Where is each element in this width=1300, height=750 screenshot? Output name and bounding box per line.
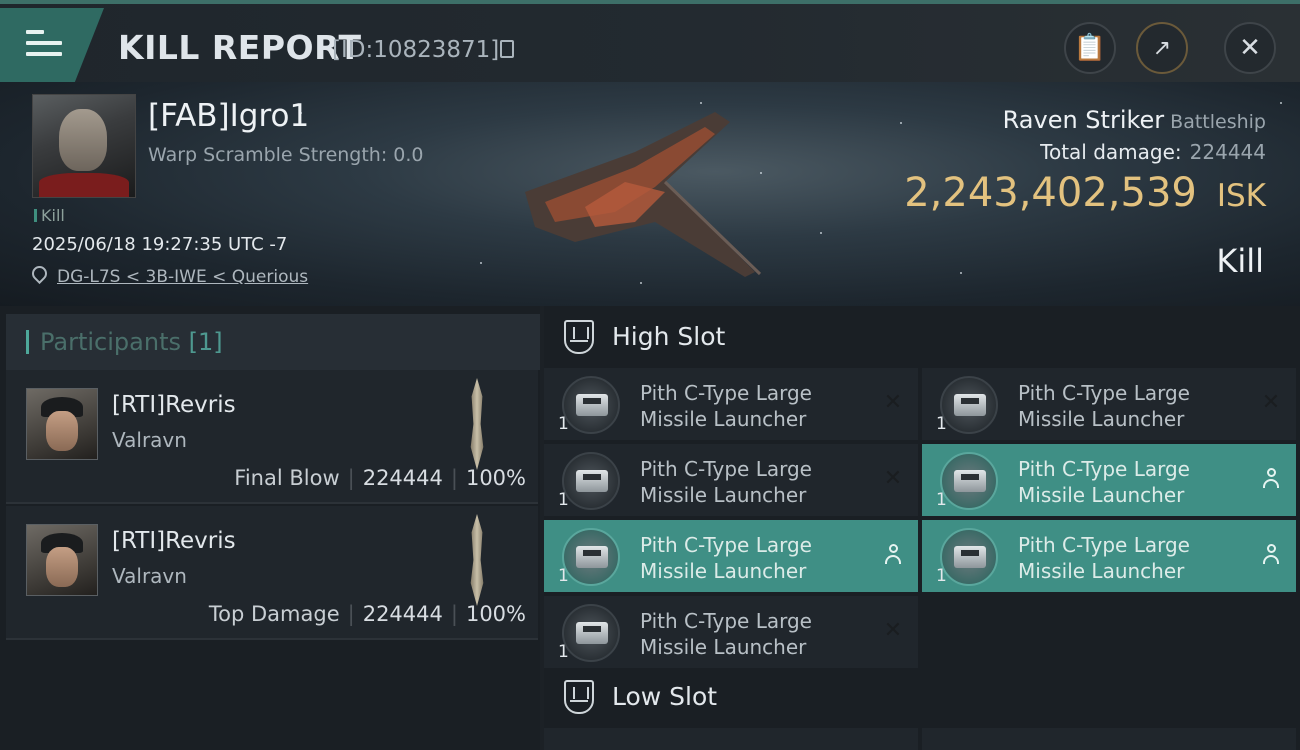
isk-value-line: 2,243,402,539 ISK — [904, 170, 1266, 216]
high-slot-module[interactable]: 1 Pith C-Type Large Missile Launcher ✕ — [922, 368, 1296, 440]
report-id: [ID:10823871] — [332, 37, 500, 63]
participants-panel: Participants [1] [RTI]Revris Valravn Fin… — [0, 306, 540, 750]
ship-name: Raven Striker — [1002, 106, 1165, 134]
module-icon — [940, 452, 998, 510]
menu-button[interactable] — [0, 8, 104, 82]
kill-tag: Kill — [34, 206, 65, 225]
destroyed-x-icon: ✕ — [883, 466, 903, 491]
module-quantity: 1 — [936, 414, 947, 434]
destroyed-x-icon: ✕ — [1261, 390, 1281, 415]
low-slot-module[interactable] — [922, 728, 1296, 750]
module-name: Pith C-Type Large Missile Launcher — [640, 609, 812, 659]
ship-name-line: Raven Striker Battleship — [1003, 106, 1266, 134]
title-bar: KILL REPORT [ID:10823871] 📋 ↗ ✕ — [0, 0, 1300, 82]
module-name: Pith C-Type Large Missile Launcher — [640, 457, 812, 507]
kill-location[interactable]: DG-L7S < 3B-IWE < Querious — [28, 262, 308, 287]
participant-row[interactable]: [RTI]Revris Valravn Top Damage | 224444 | 10… — [6, 506, 538, 640]
module-quantity: 1 — [936, 490, 947, 510]
participants-title: Participants [1] — [40, 328, 223, 356]
low-slot-title: Low Slot — [612, 682, 718, 711]
high-slot-module[interactable]: 1 Pith C-Type Large Missile Launcher — [922, 444, 1296, 516]
high-slot-module[interactable]: 1 Pith C-Type Large Missile Launcher ✕ — [544, 596, 918, 668]
participant-stats: Top Damage | 224444 | 100% — [208, 602, 526, 626]
participant-name: [RTI]Revris — [112, 528, 236, 554]
participant-stats: Final Blow | 224444 | 100% — [234, 466, 526, 490]
module-icon — [940, 376, 998, 434]
kill-datetime: 2025/06/18 19:27:35 UTC -7 — [32, 234, 288, 255]
module-name: Pith C-Type Large Missile Launcher — [640, 381, 812, 431]
close-icon: ✕ — [1239, 33, 1261, 63]
victim-name: [FAB]Igro1 — [148, 98, 310, 134]
ship-class: Battleship — [1170, 111, 1266, 133]
avatar[interactable] — [26, 388, 98, 460]
isk-value: 2,243,402,539 — [904, 170, 1197, 216]
victim-avatar[interactable] — [32, 94, 136, 198]
high-slot-module[interactable]: 1 Pith C-Type Large Missile Launcher ✕ — [544, 368, 918, 440]
module-icon — [940, 528, 998, 586]
share-button[interactable]: ↗ — [1136, 22, 1188, 74]
module-icon — [562, 452, 620, 510]
ship-icon — [470, 514, 484, 606]
participant-name: [RTI]Revris — [112, 392, 236, 418]
high-slot-module[interactable]: 1 Pith C-Type Large Missile Launcher ✕ — [544, 444, 918, 516]
page-title: KILL REPORT — [118, 28, 362, 67]
ship-image — [525, 112, 762, 277]
destroyed-x-icon: ✕ — [883, 390, 903, 415]
high-slot-header: High Slot — [544, 306, 1300, 366]
module-name: Pith C-Type Large Missile Launcher — [1018, 381, 1190, 431]
high-slot-icon — [564, 320, 594, 354]
participant-row[interactable]: [RTI]Revris Valravn Final Blow | 224444 | 10… — [6, 370, 538, 504]
location-link[interactable]: DG-L7S < 3B-IWE < Querious — [57, 267, 308, 287]
ship-icon — [470, 378, 484, 470]
hamburger-menu-icon — [26, 30, 62, 63]
total-damage-label: Total damage: — [1040, 140, 1182, 164]
module-name: Pith C-Type Large Missile Launcher — [1018, 533, 1190, 583]
module-quantity: 1 — [558, 566, 569, 586]
victim-banner: [FAB]Igro1 Warp Scramble Strength: 0.0 K… — [0, 82, 1300, 306]
module-quantity: 1 — [936, 566, 947, 586]
dropped-person-icon — [884, 544, 902, 566]
high-slot-module[interactable]: 1 Pith C-Type Large Missile Launcher — [922, 520, 1296, 592]
total-damage-value: 224444 — [1189, 140, 1266, 164]
module-icon — [562, 376, 620, 434]
module-quantity: 1 — [558, 414, 569, 434]
fitting-panel: High Slot 1 Pith C-Type Large Missile Laun… — [544, 306, 1300, 750]
high-slot-title: High Slot — [612, 322, 726, 351]
close-button[interactable]: ✕ — [1224, 22, 1276, 74]
copy-icon[interactable] — [500, 40, 514, 58]
avatar[interactable] — [26, 524, 98, 596]
module-icon — [562, 528, 620, 586]
total-damage: Total damage: 224444 — [1040, 140, 1266, 164]
low-slot-module[interactable] — [544, 728, 918, 750]
participant-ship: Valravn — [112, 428, 187, 452]
low-slot-icon — [564, 680, 594, 714]
warp-scramble-strength: Warp Scramble Strength: 0.0 — [148, 144, 424, 166]
participants-count: [1] — [188, 328, 223, 356]
module-quantity: 1 — [558, 490, 569, 510]
high-slot-module[interactable]: 1 Pith C-Type Large Missile Launcher — [544, 520, 918, 592]
module-name: Pith C-Type Large Missile Launcher — [1018, 457, 1190, 507]
result-label: Kill — [1216, 242, 1264, 280]
participants-header: Participants [1] — [6, 314, 540, 370]
destroyed-x-icon: ✕ — [883, 618, 903, 643]
isk-unit: ISK — [1216, 178, 1266, 214]
location-pin-icon — [28, 262, 51, 285]
low-slot-header: Low Slot — [544, 666, 1300, 726]
module-icon — [562, 604, 620, 662]
dropped-person-icon — [1262, 544, 1280, 566]
clipboard-button[interactable]: 📋 — [1064, 22, 1116, 74]
module-quantity: 1 — [558, 642, 569, 662]
module-name: Pith C-Type Large Missile Launcher — [640, 533, 812, 583]
clipboard-icon: 📋 — [1073, 33, 1107, 63]
participant-ship: Valravn — [112, 564, 187, 588]
dropped-person-icon — [1262, 468, 1280, 490]
share-icon: ↗ — [1152, 35, 1172, 61]
